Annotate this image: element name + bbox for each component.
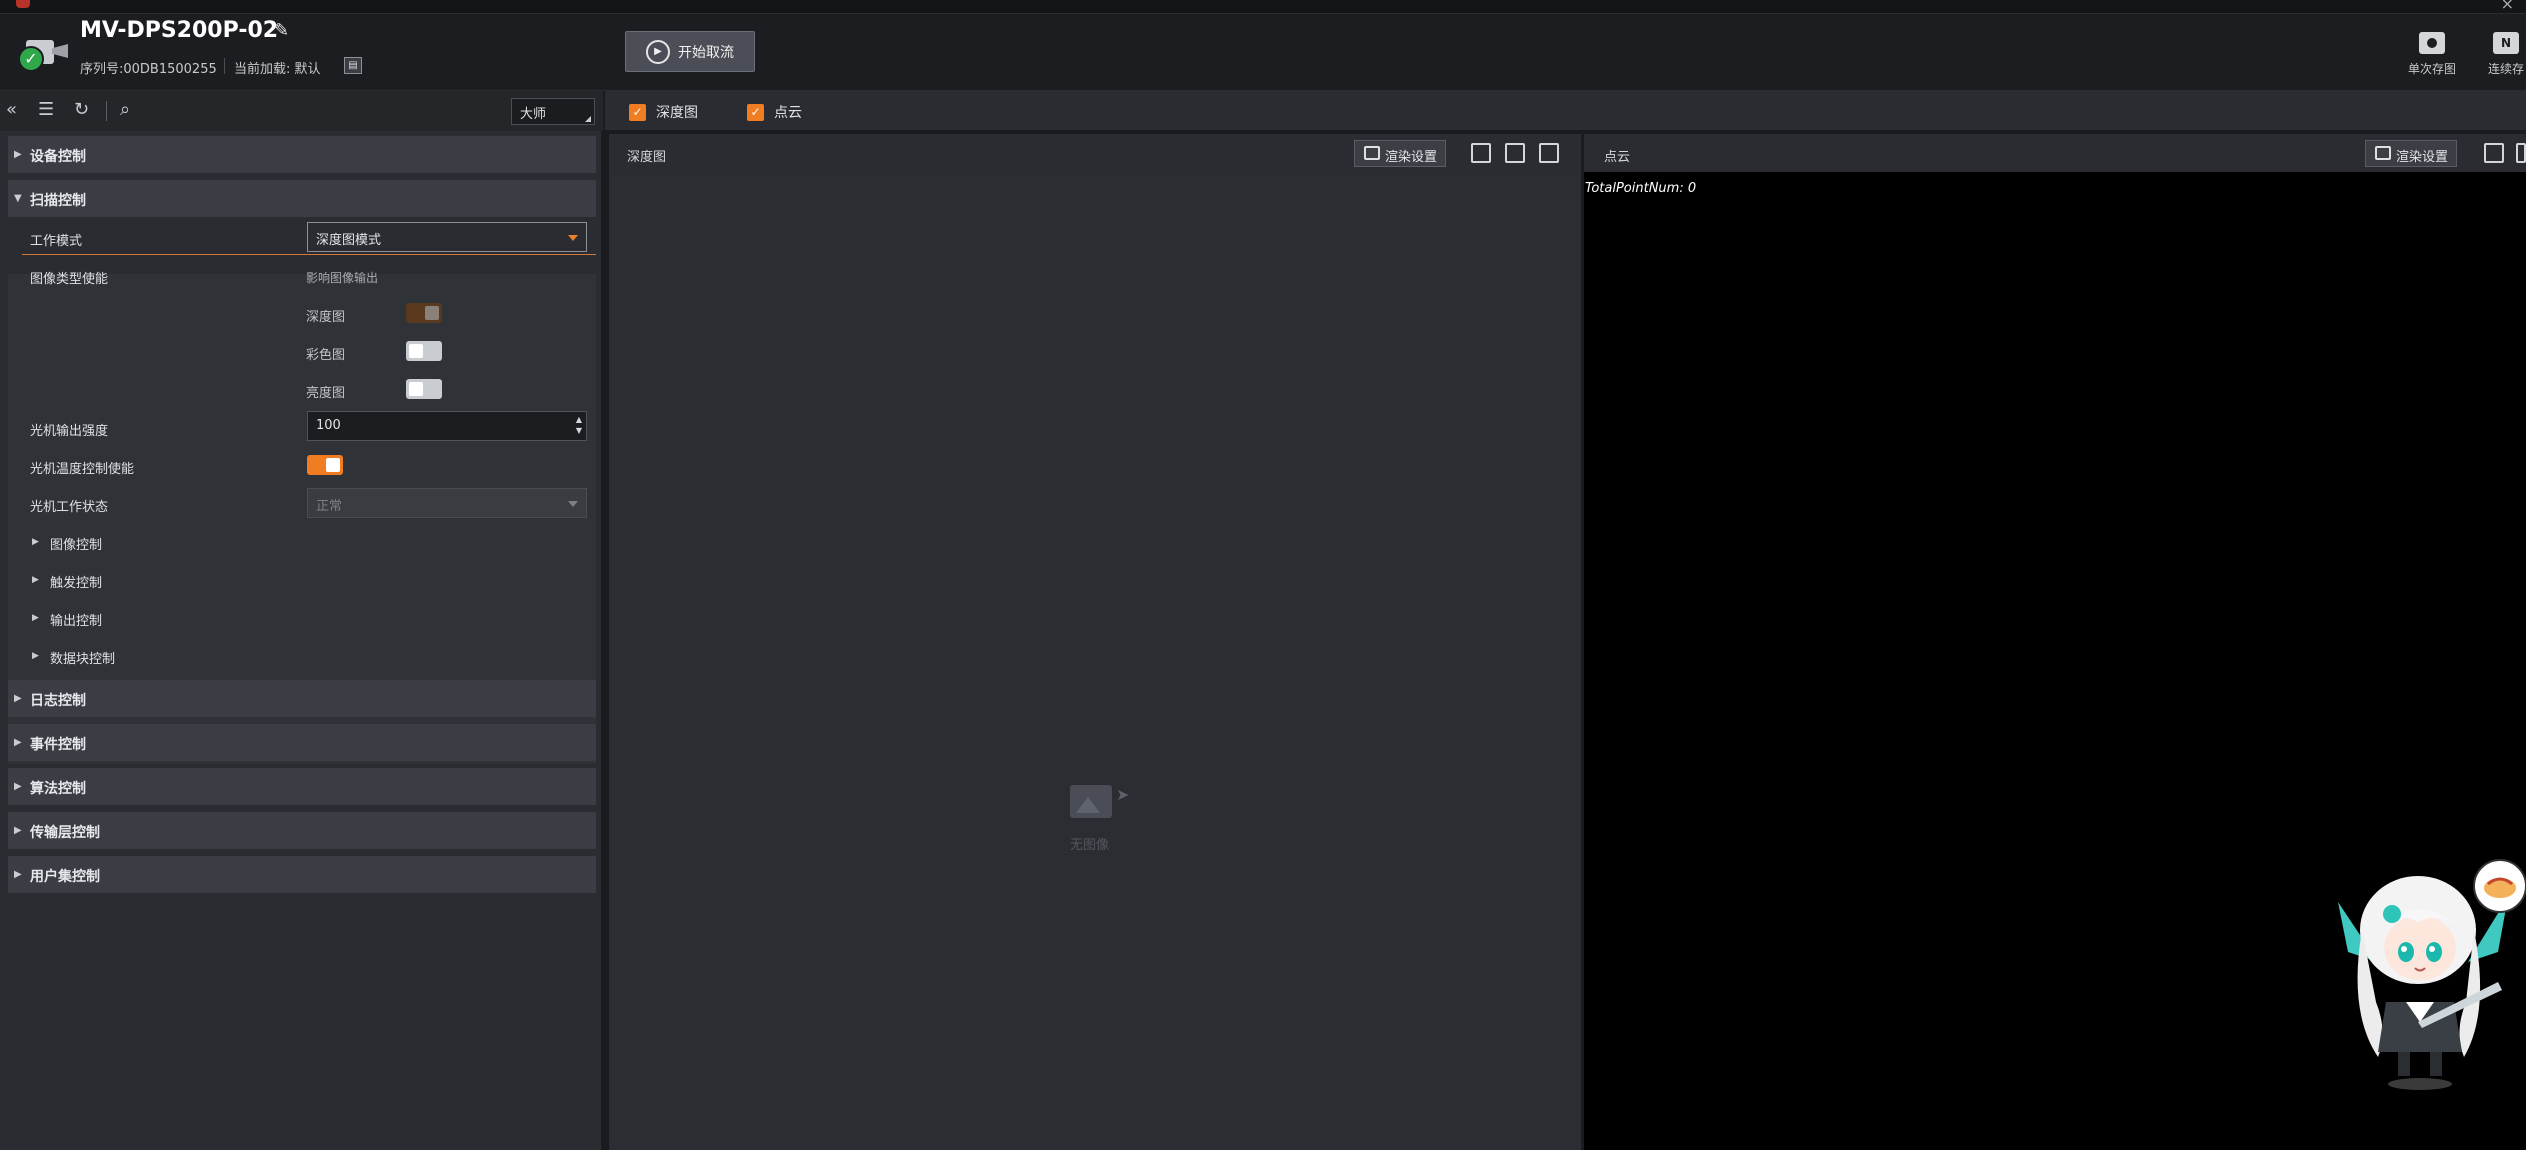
pin-icon[interactable]: ✎ xyxy=(274,20,289,41)
expand-arrow-icon: ▶ xyxy=(14,693,22,704)
expand-arrow-icon: ▶ xyxy=(32,651,39,661)
camera-snapshot-icon[interactable] xyxy=(2484,143,2504,163)
light-output-label: 光机输出强度 xyxy=(30,424,109,439)
expand-arrow-icon: ▶ xyxy=(14,825,22,836)
brightness-map-label: 亮度图 xyxy=(306,386,346,401)
serial-number: 序列号:00DB1500255 xyxy=(80,62,217,77)
section-algorithm-control[interactable]: ▶ 算法控制 xyxy=(8,768,596,805)
depth-pane-title: 深度图 xyxy=(627,150,667,165)
parameter-panel: « ☰ ↻ ⌕ 大师 ▶ 设备控制 ▼ 扫描控制 工作模式 深度图模式 图像类型… xyxy=(0,91,603,1150)
light-output-input[interactable]: 100 ▲ ▼ xyxy=(307,411,587,441)
depth-image-view[interactable] xyxy=(609,172,1581,1150)
light-temp-toggle[interactable] xyxy=(307,455,343,475)
cloud-pane-title: 点云 xyxy=(1604,150,1631,165)
user-level-select[interactable]: 大师 xyxy=(511,98,595,125)
dropdown-arrow-icon xyxy=(568,501,578,507)
color-map-label: 彩色图 xyxy=(306,348,346,363)
sub-output-control[interactable]: ▶ 输出控制 xyxy=(30,610,102,629)
section-event-control[interactable]: ▶ 事件控制 xyxy=(8,724,596,761)
section-device-control[interactable]: ▶ 设备控制 xyxy=(8,136,596,173)
image-type-label: 图像类型使能 xyxy=(30,272,109,287)
color-map-toggle[interactable] xyxy=(406,341,442,361)
depth-map-toggle[interactable] xyxy=(406,303,442,323)
light-status-label: 光机工作状态 xyxy=(30,500,109,515)
divider xyxy=(224,58,225,74)
fullscreen-icon[interactable] xyxy=(2516,143,2526,163)
section-log-control[interactable]: ▶ 日志控制 xyxy=(8,680,596,717)
divider xyxy=(106,101,107,121)
section-scan-control[interactable]: ▼ 扫描控制 xyxy=(8,180,596,217)
checkmark-icon: ✓ xyxy=(747,103,764,121)
device-camera-icon: ✓ xyxy=(18,34,70,72)
expand-arrow-icon: ▶ xyxy=(14,781,22,792)
single-save-button[interactable]: 单次存图 xyxy=(2396,32,2468,77)
collapse-double-chevron-icon[interactable]: « xyxy=(6,99,17,120)
app-icon xyxy=(16,0,30,8)
top-bar: × ✓ MV-DPS200P-02 ✎ 序列号:00DB1500255 当前加载… xyxy=(0,0,2526,91)
close-icon[interactable]: × xyxy=(2501,0,2514,13)
sub-image-control[interactable]: ▶ 图像控制 xyxy=(30,534,102,553)
load-settings-icon[interactable]: ▤ xyxy=(344,57,362,74)
sub-trigger-control[interactable]: ▶ 触发控制 xyxy=(30,572,102,591)
cloud-render-settings-button[interactable]: 渲染设置 xyxy=(2365,140,2458,167)
expand-arrow-icon: ▶ xyxy=(32,575,39,585)
depth-view-checkbox[interactable]: ✓ 深度图 xyxy=(629,102,698,122)
sub-chunk-control[interactable]: ▶ 数据块控制 xyxy=(30,648,115,667)
expand-arrow-icon: ▶ xyxy=(32,537,39,547)
cloud-pane-header: 点云 渲染设置 xyxy=(1584,134,2526,172)
image-type-note: 影响图像输出 xyxy=(306,271,379,285)
section-userset-control[interactable]: ▶ 用户集控制 xyxy=(8,856,596,893)
search-icon[interactable]: ⌕ xyxy=(120,99,130,120)
total-point-count: TotalPointNum: 0 xyxy=(1585,181,1697,196)
cloud-view-checkbox[interactable]: ✓ 点云 xyxy=(747,102,802,122)
camera-icon xyxy=(2419,32,2445,54)
refresh-icon[interactable]: ↻ xyxy=(74,99,89,120)
depth-map-label: 深度图 xyxy=(306,310,346,325)
start-stream-button[interactable]: ▶ 开始取流 xyxy=(625,31,755,72)
view-toolbar: ✓ 深度图 ✓ 点云 xyxy=(605,91,2526,131)
work-mode-label: 工作模式 xyxy=(30,234,83,249)
expand-arrow-icon: ▶ xyxy=(14,737,22,748)
dropdown-arrow-icon xyxy=(568,235,578,241)
checkmark-icon: ✓ xyxy=(629,103,646,121)
expand-arrow-icon: ▶ xyxy=(32,613,39,623)
fullscreen-icon[interactable] xyxy=(1539,143,1559,163)
info-list-icon[interactable] xyxy=(1471,143,1491,163)
light-temp-label: 光机温度控制使能 xyxy=(30,462,135,477)
current-load: 当前加载: 默认 xyxy=(234,62,321,77)
render-settings-icon xyxy=(1364,146,1380,160)
title-strip: × xyxy=(0,0,2526,14)
n-capture-icon: N xyxy=(2493,32,2519,54)
spin-arrows-icon[interactable]: ▲ ▼ xyxy=(576,414,582,436)
work-mode-select[interactable]: 深度图模式 xyxy=(307,222,587,252)
connected-check-icon: ✓ xyxy=(18,46,44,72)
focus-underline xyxy=(22,254,596,255)
depth-render-settings-button[interactable]: 渲染设置 xyxy=(1354,140,1447,167)
depth-pane-header: 深度图 渲染设置 xyxy=(609,134,1581,172)
camera-snapshot-icon[interactable] xyxy=(1505,143,1525,163)
play-icon: ▶ xyxy=(646,39,670,64)
mascot-sticker xyxy=(2338,859,2526,1090)
light-status-select: 正常 xyxy=(307,488,587,518)
expand-arrow-icon: ▶ xyxy=(14,869,22,880)
parameter-toolbar: « ☰ ↻ ⌕ 大师 xyxy=(0,91,603,131)
send-icon: ➤ xyxy=(1116,785,1130,804)
list-view-icon[interactable]: ☰ xyxy=(38,99,54,120)
collapse-arrow-icon: ▼ xyxy=(14,193,22,204)
device-name: MV-DPS200P-02 xyxy=(80,18,279,43)
section-transport-control[interactable]: ▶ 传输层控制 xyxy=(8,812,596,849)
render-settings-icon xyxy=(2375,146,2391,160)
no-image-placeholder: ➤ 无图像 xyxy=(1070,785,1130,853)
brightness-map-toggle[interactable] xyxy=(406,379,442,399)
expand-arrow-icon: ▶ xyxy=(14,149,22,160)
continuous-save-button[interactable]: N 连续存 xyxy=(2470,32,2526,77)
image-placeholder-icon xyxy=(1070,785,1112,818)
